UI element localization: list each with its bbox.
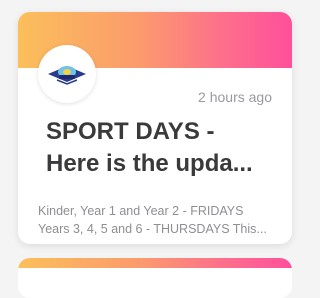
- post-title-line: SPORT DAYS -: [46, 118, 215, 145]
- post-excerpt-line: Kinder, Year 1 and Year 2 - FRIDAYS: [38, 204, 244, 218]
- post-title[interactable]: SPORT DAYS - Here is the upda...: [46, 116, 282, 180]
- post-title-line: Here is the upda...: [46, 150, 253, 177]
- card-banner: [18, 258, 292, 268]
- post-timestamp: 2 hours ago: [198, 89, 272, 105]
- news-card[interactable]: 2 hours ago SPORT DAYS - Here is the upd…: [18, 12, 292, 244]
- school-crest-icon: [48, 66, 86, 85]
- post-excerpt: Kinder, Year 1 and Year 2 - FRIDAYS Year…: [38, 202, 288, 238]
- post-excerpt-line: Years 3, 4, 5 and 6 - THURSDAYS This...: [38, 222, 267, 236]
- school-avatar: [38, 45, 96, 103]
- next-news-card[interactable]: [18, 258, 292, 298]
